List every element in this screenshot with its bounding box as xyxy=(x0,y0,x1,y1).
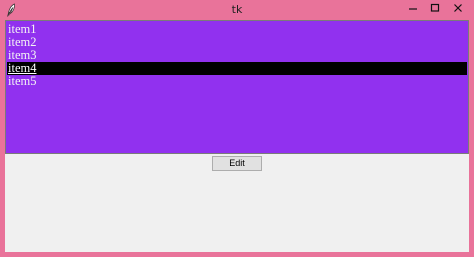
list-item-selected[interactable]: item4 xyxy=(7,62,467,75)
minimize-icon xyxy=(408,0,418,18)
window-client-area: item1 item2 item3 item4 item5 Edit xyxy=(5,20,469,252)
list-item[interactable]: item3 xyxy=(7,49,467,62)
edit-button[interactable]: Edit xyxy=(212,156,262,171)
list-item-label: item3 xyxy=(8,48,37,62)
close-button[interactable] xyxy=(446,0,470,18)
tk-window: tk item1 item2 item3 item4 item5 Edit xyxy=(0,0,474,257)
list-item[interactable]: item2 xyxy=(7,36,467,49)
list-item-label: item4 xyxy=(8,61,37,75)
title-bar[interactable]: tk xyxy=(0,0,474,20)
minimize-button[interactable] xyxy=(402,0,424,18)
list-item-label: item5 xyxy=(8,74,37,88)
list-item[interactable]: item5 xyxy=(7,75,467,88)
maximize-icon xyxy=(430,0,440,18)
close-icon xyxy=(453,0,463,18)
list-item-label: item1 xyxy=(8,22,37,36)
feather-icon[interactable] xyxy=(6,3,16,17)
maximize-button[interactable] xyxy=(424,0,446,18)
list-item[interactable]: item1 xyxy=(7,23,467,36)
item-listbox[interactable]: item1 item2 item3 item4 item5 xyxy=(5,20,469,154)
list-item-label: item2 xyxy=(8,35,37,49)
